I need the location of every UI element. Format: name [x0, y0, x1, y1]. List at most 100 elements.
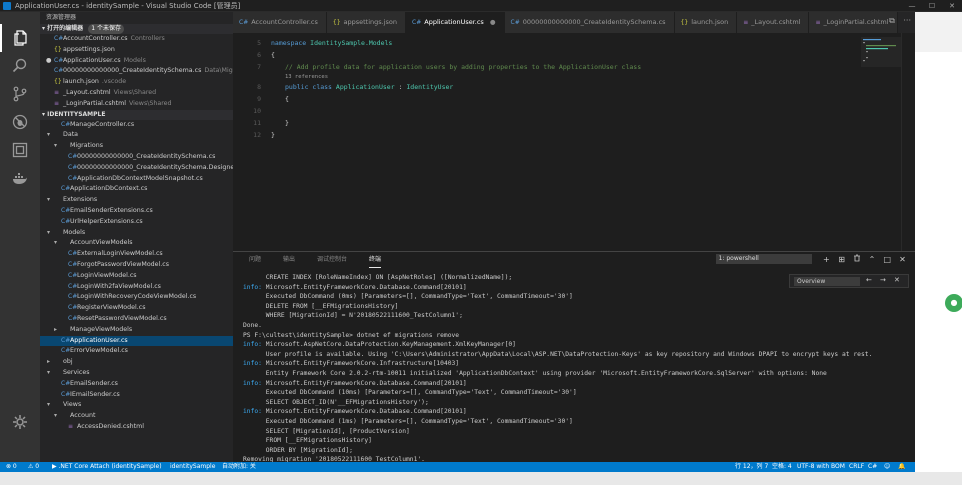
- tree-file[interactable]: C#EmailSenderExtensions.cs: [40, 206, 233, 217]
- tab-00000000000000-createidentityschema-cs[interactable]: C# 00000000000000_CreateIdentitySchema.cs: [504, 12, 675, 33]
- log-text: Executed DbCommand (0ms) [Parameters=[],…: [243, 293, 573, 301]
- tree-file[interactable]: C#00000000000000_CreateIdentitySchema.cs: [40, 152, 233, 163]
- tree-file[interactable]: C#RegisterViewModel.cs: [40, 303, 233, 314]
- floating-assistant-icon[interactable]: ●: [945, 294, 962, 312]
- open-editors-section[interactable]: ▾ 打开的编辑器 1 个未保存: [40, 24, 233, 34]
- terminal-select[interactable]: 1: powershell: [715, 254, 812, 264]
- panel-tab[interactable]: 输出: [283, 252, 295, 268]
- more-actions-icon[interactable]: ···: [903, 16, 911, 25]
- panel-tab[interactable]: 调试控制台: [317, 252, 347, 268]
- minimap[interactable]: [861, 37, 901, 67]
- file-type-icon: C#: [68, 293, 78, 301]
- kill-terminal-button[interactable]: [850, 254, 863, 264]
- tree-file[interactable]: C#ApplicationUser.cs: [40, 335, 233, 347]
- tab-accountcontroller-cs[interactable]: C# AccountController.cs: [233, 12, 327, 33]
- tree-file[interactable]: C#IEmailSender.cs: [40, 390, 233, 401]
- tree-item-label: AccessDenied.cshtml: [77, 422, 144, 430]
- open-editor-item[interactable]: ≡ _LoginPartial.cshtml Views\Shared: [40, 99, 233, 110]
- tree-file[interactable]: C#ApplicationDbContextModelSnapshot.cs: [40, 174, 233, 185]
- project-section[interactable]: ▾ IDENTITYSAMPLE: [40, 109, 233, 120]
- maximize-button[interactable]: ☐: [922, 0, 942, 12]
- find-next-button[interactable]: →: [880, 276, 886, 284]
- terminal-line: info: Microsoft.EntityFrameworkCore.Infr…: [243, 359, 843, 369]
- tree-file[interactable]: C#ErrorViewModel.cs: [40, 346, 233, 357]
- new-terminal-button[interactable]: +: [820, 255, 833, 264]
- project-indicator[interactable]: identitySample: [170, 462, 215, 472]
- encoding-indicator[interactable]: UTF-8 with BOM: [797, 462, 845, 472]
- codelens-references[interactable]: 13 references: [285, 74, 328, 80]
- source-control-button[interactable]: [0, 80, 40, 108]
- tree-file[interactable]: C#UrlHelperExtensions.cs: [40, 217, 233, 228]
- tree-folder[interactable]: ▾ Models: [40, 228, 233, 239]
- tab--loginpartial-cshtml[interactable]: ≡ _LoginPartial.cshtml: [809, 12, 898, 33]
- open-editor-item[interactable]: {}appsettings.json: [40, 45, 233, 56]
- find-previous-button[interactable]: ←: [866, 276, 872, 284]
- open-editor-item[interactable]: C#00000000000000_CreateIdentitySchema.cs…: [40, 66, 233, 77]
- tree-file[interactable]: C#ApplicationDbContext.cs: [40, 184, 233, 195]
- tab--layout-cshtml[interactable]: ≡ _Layout.cshtml: [737, 12, 810, 33]
- tree-file[interactable]: C#ForgotPasswordViewModel.cs: [40, 260, 233, 271]
- open-editor-item[interactable]: ≡ _Layout.cshtml Views\Shared: [40, 88, 233, 99]
- auto-attach-indicator[interactable]: 自动附加: 关: [222, 462, 256, 472]
- tree-file[interactable]: ≡ AccessDenied.cshtml: [40, 422, 233, 433]
- code-editor[interactable]: 5 6 7 8 9 10 11 12 namespace IdentitySam…: [233, 33, 915, 251]
- tree-folder[interactable]: ▾ Account: [40, 411, 233, 422]
- code-line: {: [271, 51, 275, 59]
- tree-folder[interactable]: ▾ Data: [40, 130, 233, 141]
- split-editor-icon[interactable]: ⧉: [889, 16, 895, 25]
- terminal-output[interactable]: CREATE INDEX [RoleNameIndex] ON [AspNetR…: [243, 273, 872, 485]
- panel-tab[interactable]: 终端: [369, 252, 382, 268]
- debug-config[interactable]: ▶ .NET Core Attach (identitySample): [52, 462, 162, 472]
- tree-folder[interactable]: ▾ Views: [40, 400, 233, 411]
- unsaved-dot-icon[interactable]: ●: [46, 56, 52, 67]
- tree-file[interactable]: C#LoginWith2faViewModel.cs: [40, 282, 233, 293]
- tree-file[interactable]: C#ExternalLoginViewModel.cs: [40, 249, 233, 260]
- unsaved-dot-icon[interactable]: ●: [490, 18, 496, 26]
- feedback-icon[interactable]: ☺: [884, 462, 890, 472]
- tree-file[interactable]: C#ManageController.cs: [40, 120, 233, 131]
- warnings-indicator[interactable]: ⚠ 0: [28, 462, 39, 472]
- tree-folder[interactable]: ▾ Extensions: [40, 195, 233, 206]
- docker-button[interactable]: [0, 164, 40, 192]
- tree-folder[interactable]: ▾ Migrations: [40, 141, 233, 152]
- errors-indicator[interactable]: ⊗ 0: [6, 462, 17, 472]
- minimize-button[interactable]: —: [902, 0, 922, 12]
- editor-scrollbar[interactable]: [901, 33, 915, 251]
- tree-file[interactable]: C#ResetPasswordViewModel.cs: [40, 314, 233, 325]
- language-indicator[interactable]: C#: [868, 462, 877, 472]
- tree-folder[interactable]: ▸ ManageViewModels: [40, 325, 233, 336]
- tab-launch-json[interactable]: {} launch.json: [674, 12, 738, 33]
- eol-indicator[interactable]: CRLF: [849, 462, 864, 472]
- panel-tab[interactable]: 问题: [249, 252, 261, 268]
- tree-file[interactable]: C#LoginViewModel.cs: [40, 271, 233, 282]
- settings-button[interactable]: [0, 408, 40, 436]
- bell-icon[interactable]: 🔔: [898, 462, 905, 472]
- tree-folder[interactable]: ▾ AccountViewModels: [40, 238, 233, 249]
- close-panel-button[interactable]: ✕: [896, 255, 909, 264]
- tree-folder[interactable]: ▾ Services: [40, 368, 233, 379]
- tree-file[interactable]: C#EmailSender.cs: [40, 379, 233, 390]
- extensions-button[interactable]: [0, 136, 40, 164]
- tab-appsettings-json[interactable]: {} appsettings.json: [326, 12, 407, 33]
- open-editor-item[interactable]: C#AccountController.cs Controllers: [40, 34, 233, 45]
- open-editor-item[interactable]: {}launch.json .vscode: [40, 77, 233, 88]
- tab-applicationuser-cs[interactable]: C# ApplicationUser.cs ●: [406, 12, 505, 33]
- search-button[interactable]: [0, 52, 40, 80]
- tree-folder[interactable]: ▸ obj: [40, 357, 233, 368]
- debug-button[interactable]: [0, 108, 40, 136]
- explorer-button[interactable]: [0, 24, 40, 52]
- tree-item-label: Migrations: [70, 142, 103, 150]
- close-find-button[interactable]: ✕: [894, 276, 900, 284]
- open-editor-item[interactable]: ● C#ApplicationUser.cs Models: [40, 56, 233, 67]
- terminal-line: Entity Framework Core 2.0.2-rtm-10011 in…: [243, 369, 843, 379]
- close-window-button[interactable]: ✕: [942, 0, 962, 12]
- maximize-panel-button[interactable]: ⌃: [866, 255, 879, 264]
- indentation-indicator[interactable]: 空格: 4: [772, 462, 792, 472]
- restore-panel-button[interactable]: □: [881, 255, 894, 264]
- file-type-icon: C#: [68, 152, 78, 160]
- tree-file[interactable]: C#LoginWithRecoveryCodeViewModel.cs: [40, 292, 233, 303]
- tree-file[interactable]: C#00000000000000_CreateIdentitySchema.De…: [40, 163, 233, 174]
- bottom-panel: 问题 输出 调试控制台 终端 1: powershell + ⊞ ⌃ □ ✕ Over…: [233, 251, 915, 485]
- split-terminal-button[interactable]: ⊞: [835, 255, 848, 264]
- cursor-position[interactable]: 行 12，列 7: [735, 462, 768, 472]
